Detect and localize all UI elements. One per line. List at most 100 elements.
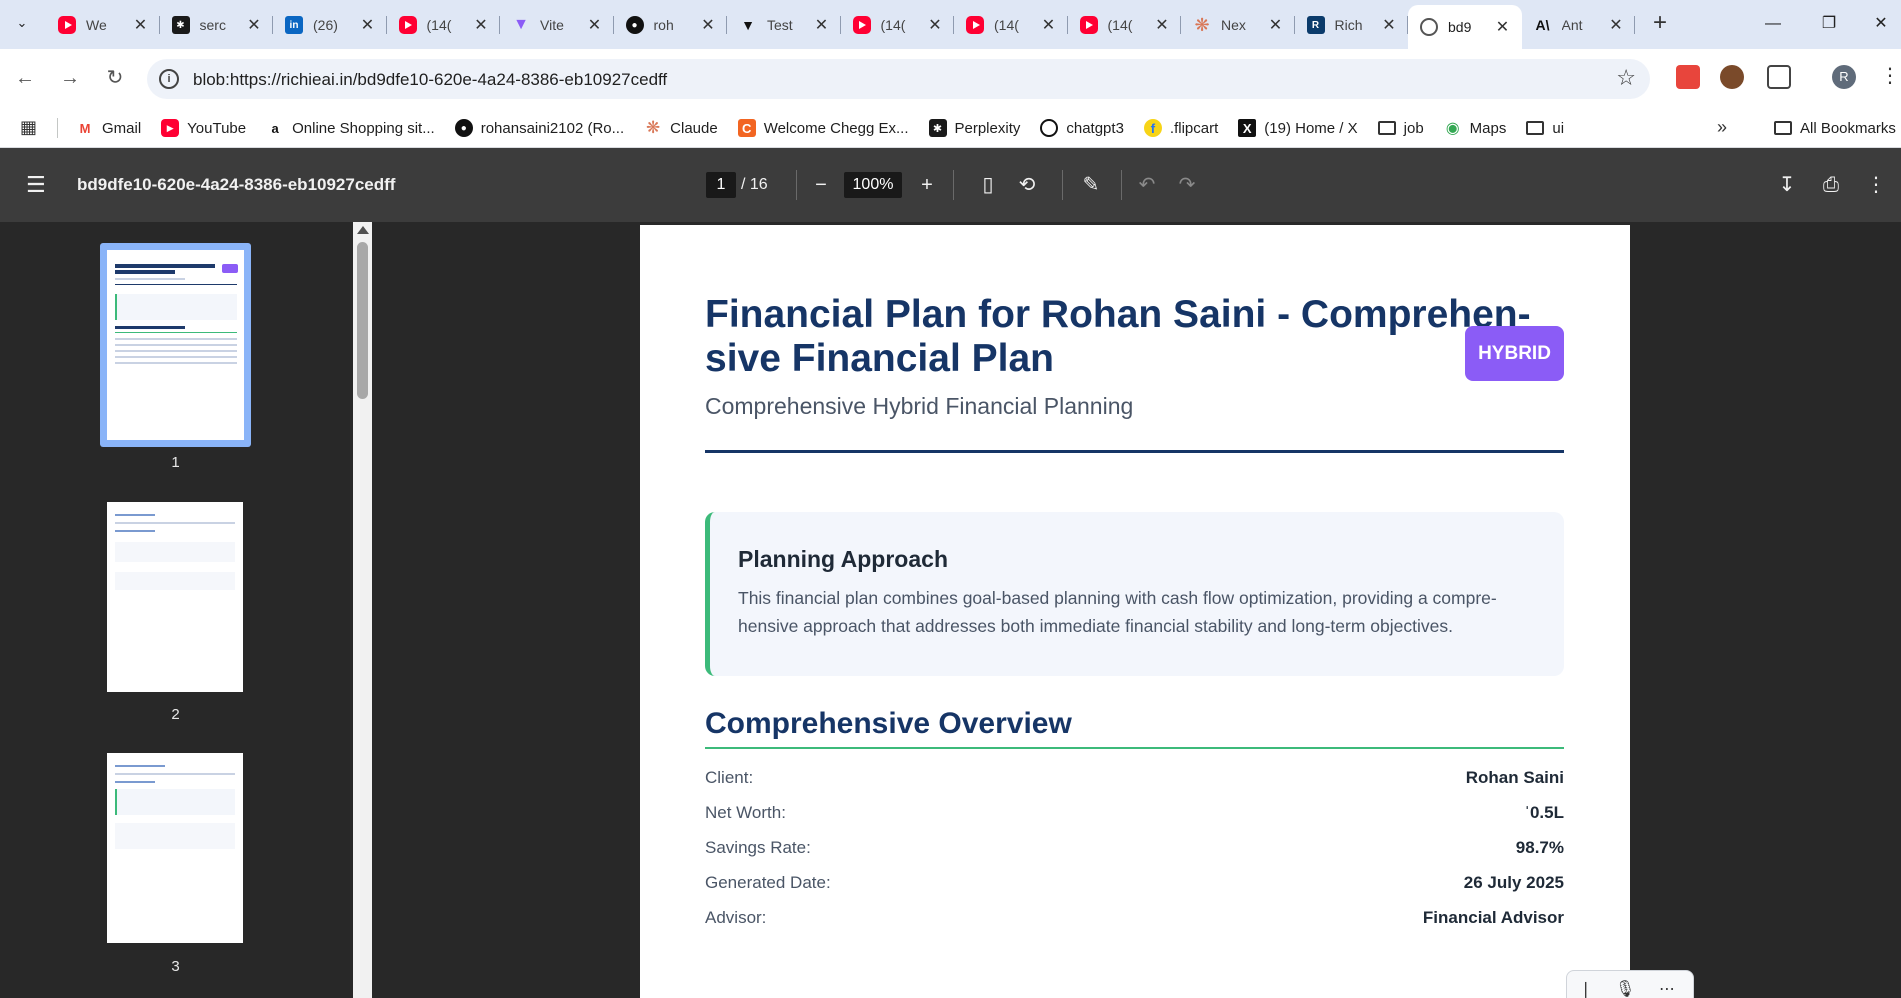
bookmark-gmail[interactable]: M Gmail xyxy=(76,119,142,137)
page-number-input[interactable]: 1 xyxy=(706,172,736,198)
overview-row-savings-rate: Savings Rate: 98.7% xyxy=(705,838,1564,862)
linkedin-icon: in xyxy=(285,16,303,34)
tab-close-icon[interactable]: ✕ xyxy=(1040,15,1058,35)
tab-youtube-2[interactable]: (14(✕ xyxy=(387,5,501,45)
reload-button[interactable]: ↻ xyxy=(100,63,130,93)
zoom-out-icon[interactable]: − xyxy=(806,170,836,200)
tab-close-icon[interactable]: ✕ xyxy=(1607,15,1625,35)
restore-button[interactable]: ❐ xyxy=(1806,10,1852,38)
x-icon: X xyxy=(1238,119,1257,137)
document-viewport[interactable]: Financial Plan for Rohan Saini - Compreh… xyxy=(372,222,1901,998)
bookmark-youtube[interactable]: ▶ YouTube xyxy=(161,119,246,137)
tab-richieai[interactable]: R Rich ✕ xyxy=(1295,5,1409,45)
bookmark-label: ui xyxy=(1552,119,1565,137)
fit-page-icon[interactable]: ▯ xyxy=(973,170,1003,200)
tab-close-icon[interactable]: ✕ xyxy=(245,15,263,35)
drag-handle-icon[interactable]: ❘ xyxy=(1579,979,1592,998)
tab-anthropic[interactable]: A\ Ant ✕ xyxy=(1522,5,1636,45)
annotate-pen-icon[interactable]: ✎ xyxy=(1076,170,1106,200)
tab-close-icon[interactable]: ✕ xyxy=(1380,15,1398,35)
tab-perplexity[interactable]: ✱ serc ✕ xyxy=(160,5,274,45)
tab-close-icon[interactable]: ✕ xyxy=(132,15,150,35)
tab-close-icon[interactable]: ✕ xyxy=(586,15,604,35)
tab-close-icon[interactable]: ✕ xyxy=(1153,15,1171,35)
browser-toolbar: ← → ↻ i blob:https://richieai.in/bd9dfe1… xyxy=(0,49,1901,108)
bookmark-claude[interactable]: ❋ Claude xyxy=(644,118,718,137)
undo-icon[interactable]: ↶ xyxy=(1132,170,1162,200)
bookmark-amazon[interactable]: a Online Shopping sit... xyxy=(266,119,435,137)
bookmark-label: Maps xyxy=(1469,119,1507,137)
sidebar-scrollbar[interactable] xyxy=(353,222,372,998)
bookmark-chatgpt[interactable]: chatgpt3 xyxy=(1040,119,1124,137)
tab-github[interactable]: ● roh ✕ xyxy=(614,5,728,45)
back-button[interactable]: ← xyxy=(10,63,40,93)
zoom-input[interactable]: 100% xyxy=(844,172,902,198)
thumbnail-page-2[interactable] xyxy=(107,502,258,692)
new-tab-button[interactable]: + xyxy=(1646,10,1674,38)
tab-youtube-3[interactable]: (14( ✕ xyxy=(841,5,955,45)
browser-menu-icon[interactable]: ⋮ xyxy=(1880,63,1900,88)
tab-strip: ⌄ We ✕ ✱ serc ✕ in (26) ✕ (14(✕ ▼ Vite ✕ ● roh ✕ … xyxy=(0,0,1901,49)
redo-icon[interactable]: ↷ xyxy=(1172,170,1202,200)
address-url[interactable]: blob:https://richieai.in/bd9dfe10-620e-4… xyxy=(193,70,667,90)
address-bar[interactable]: i blob:https://richieai.in/bd9dfe10-620e… xyxy=(147,59,1650,99)
cookie-extension-icon[interactable] xyxy=(1720,65,1744,89)
tab-search-chevron-icon[interactable]: ⌄ xyxy=(10,11,34,35)
scroll-up-arrow-icon[interactable] xyxy=(357,226,369,234)
tab-test[interactable]: ▼ Test ✕ xyxy=(727,5,841,45)
scrollbar-thumb[interactable] xyxy=(357,242,368,399)
tab-close-icon[interactable]: ✕ xyxy=(1267,15,1285,35)
all-bookmarks-button[interactable]: All Bookmarks xyxy=(1774,108,1896,148)
tab-claude[interactable]: ❋ Nex ✕ xyxy=(1181,5,1295,45)
close-window-button[interactable]: ✕ xyxy=(1858,10,1901,38)
youtube-icon xyxy=(852,16,871,34)
bookmarks-bar: ▦ M Gmail ▶ YouTube a Online Shopping sit..… xyxy=(0,108,1901,148)
tab-close-icon[interactable]: ✕ xyxy=(472,15,490,35)
bookmark-flipkart[interactable]: f .flipcart xyxy=(1143,119,1218,137)
todoist-extension-icon[interactable] xyxy=(1676,65,1700,89)
profile-avatar[interactable]: R xyxy=(1832,65,1856,89)
tab-close-icon[interactable]: ✕ xyxy=(926,15,944,35)
extensions-puzzle-icon[interactable] xyxy=(1767,65,1791,89)
tab-title: (14( xyxy=(880,17,906,33)
folder-icon xyxy=(1377,121,1396,135)
bookmark-folder-ui[interactable]: ui xyxy=(1526,120,1564,137)
bookmark-star-icon[interactable]: ☆ xyxy=(1616,65,1636,91)
bookmark-chegg[interactable]: C Welcome Chegg Ex... xyxy=(737,119,909,137)
bookmark-perplexity[interactable]: ✱ Perplexity xyxy=(928,119,1020,137)
rotate-icon[interactable]: ⟲ xyxy=(1012,170,1042,200)
download-icon[interactable]: ↧ xyxy=(1772,170,1802,200)
zoom-in-icon[interactable]: + xyxy=(912,170,942,200)
tab-active-pdf[interactable]: bd9 ✕ xyxy=(1408,5,1522,49)
tab-linkedin[interactable]: in (26) ✕ xyxy=(273,5,387,45)
bookmark-github[interactable]: ● rohansaini2102 (Ro... xyxy=(454,119,624,137)
site-info-icon[interactable]: i xyxy=(159,69,179,89)
tab-youtube-5[interactable]: (14(✕ xyxy=(1068,5,1182,45)
more-options-icon[interactable]: ⋯ xyxy=(1659,979,1675,998)
bookmark-x[interactable]: X (19) Home / X xyxy=(1238,119,1358,137)
sidebar-toggle-icon[interactable]: ☰ xyxy=(26,172,46,198)
microphone-icon[interactable]: 🎙 xyxy=(1615,979,1635,998)
tab-vite[interactable]: ▼ Vite ✕ xyxy=(500,5,614,45)
apps-grid-icon[interactable]: ▦ xyxy=(20,117,37,138)
forward-button[interactable]: → xyxy=(55,63,85,93)
pdf-toolbar: ☰ bd9dfe10-620e-4a24-8386-eb10927cedff 1… xyxy=(0,148,1901,222)
tab-close-icon[interactable]: ✕ xyxy=(699,15,717,35)
openai-icon xyxy=(1040,119,1059,137)
bookmark-maps[interactable]: ◉ Maps xyxy=(1444,119,1507,138)
tab-close-icon[interactable]: ✕ xyxy=(1494,17,1512,37)
bookmark-folder-job[interactable]: job xyxy=(1377,120,1424,137)
overview-label: Net Worth: xyxy=(705,803,786,822)
floating-assistant-widget[interactable]: ❘ 🎙 ⋯ xyxy=(1566,970,1694,998)
thumbnail-page-3[interactable] xyxy=(107,753,258,943)
print-icon[interactable]: ⎙ xyxy=(1816,170,1846,200)
tab-youtube-4[interactable]: (14(✕ xyxy=(954,5,1068,45)
thumbnail-sidebar: 1 2 3 xyxy=(0,222,353,998)
bookmarks-overflow-icon[interactable]: » xyxy=(1717,117,1727,138)
more-actions-icon[interactable]: ⋮ xyxy=(1861,170,1891,200)
thumbnail-page-1[interactable] xyxy=(100,243,251,447)
tab-close-icon[interactable]: ✕ xyxy=(359,15,377,35)
tab-close-icon[interactable]: ✕ xyxy=(813,15,831,35)
tab-youtube-1[interactable]: We ✕ xyxy=(46,5,160,45)
minimize-button[interactable]: — xyxy=(1750,10,1796,38)
